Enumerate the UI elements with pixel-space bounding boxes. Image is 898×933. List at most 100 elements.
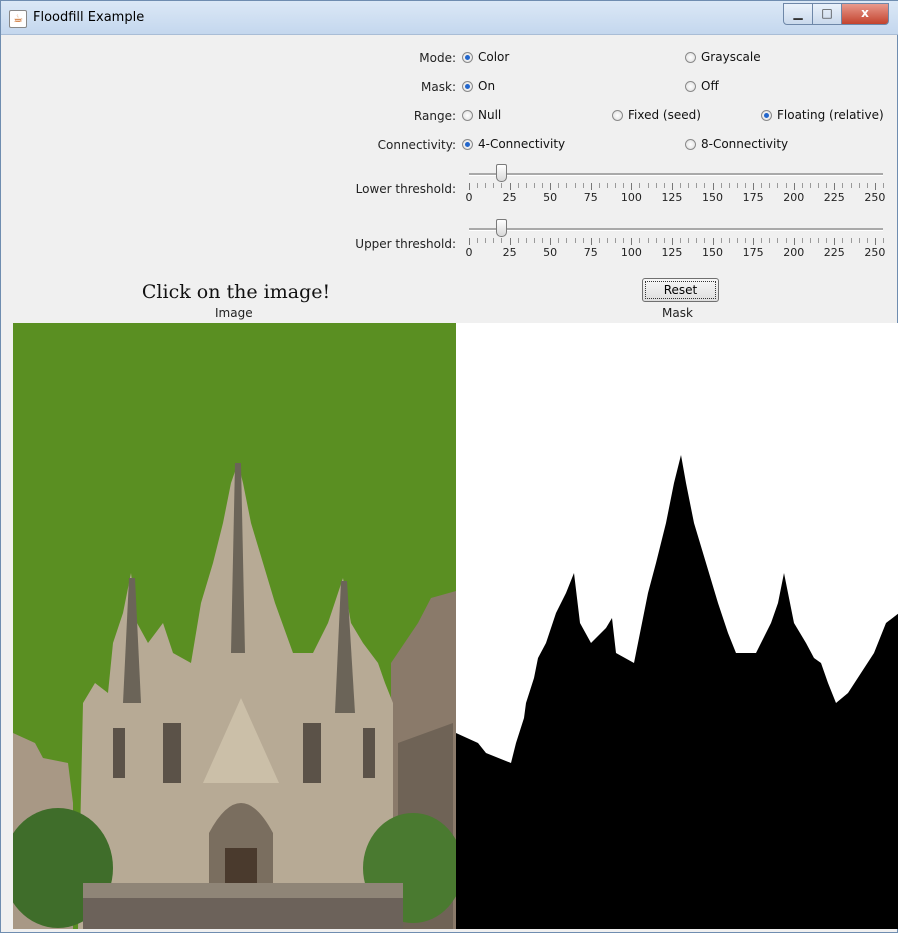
slider-tick [769,183,771,188]
radio-selected-icon [462,51,473,63]
slider-thumb[interactable] [496,164,508,182]
slider-tick-label: 150 [702,191,724,204]
slider-tick [477,238,479,243]
slider-tick-label: 25 [502,246,517,259]
slider-tick [615,238,617,243]
slider-tick [566,183,568,188]
minimize-button[interactable]: ▁ [783,3,813,25]
slider-tick [469,183,470,190]
slider-tick [736,183,738,188]
slider-tick [883,183,884,188]
slider-tick [712,238,714,245]
slider-tick [834,183,836,190]
slider-tick [509,183,511,190]
mask-caption: Mask [662,306,693,320]
range-null-radio[interactable]: Null [462,108,501,122]
slider-tick [842,183,844,188]
slider-tick-label: 50 [543,191,558,204]
slider-tick [680,183,682,188]
upper-threshold-slider[interactable]: 0 25 50 75 100 125 150 175 200 225 250 [466,216,887,259]
title-bar[interactable]: ☕ Floodfill Example ▁ □ x [1,1,898,35]
slider-tick [818,238,820,243]
slider-tick [663,238,665,243]
slider-tick [785,183,787,188]
slider-tick [485,238,487,243]
slider-tick [542,238,544,243]
slider-tick [720,238,722,243]
maximize-button[interactable]: □ [812,3,842,25]
range-floating-radio[interactable]: Floating (relative) [761,108,884,122]
lower-threshold-slider[interactable]: 0 25 50 75 100 125 150 175 200 225 250 [466,161,887,204]
mode-color-radio[interactable]: Color [462,50,509,64]
slider-tick [493,238,495,243]
slider-tick [809,238,811,243]
slider-tick [874,238,876,245]
slider-tick [688,183,690,188]
range-fixed-radio[interactable]: Fixed (seed) [612,108,701,122]
slider-tick [623,183,625,188]
mask-panel [456,323,898,929]
mode-grayscale-radio[interactable]: Grayscale [685,50,761,64]
slider-tick [866,183,868,188]
slider-tick [615,183,617,188]
slider-tick [477,183,479,188]
image-caption: Image [215,306,253,320]
slider-tick [826,238,828,243]
slider-tick [858,238,860,243]
slider-tick [785,238,787,243]
image-panel[interactable] [13,323,456,929]
slider-tick-label: 75 [583,191,598,204]
slider-tick [761,238,763,243]
slider-tick [655,183,657,188]
mask-on-radio[interactable]: On [462,79,495,93]
slider-tick [533,183,535,188]
slider-tick [501,238,503,243]
slider-tick [842,238,844,243]
slider-tick [728,183,730,188]
slider-tick-label: 125 [661,191,683,204]
radio-icon [612,109,623,121]
slider-tick [720,183,722,188]
slider-tick [558,238,560,243]
slider-tick [533,238,535,243]
slider-tick [688,238,690,243]
slider-tick-label: 125 [661,246,683,259]
slider-tick [655,238,657,243]
slider-tick [647,183,649,188]
slider-tick [582,183,584,188]
slider-tick [696,183,698,188]
slider-tick [517,238,519,243]
slider-tick [874,183,876,190]
mask-off-radio[interactable]: Off [685,79,719,93]
slider-tick [850,238,852,243]
slider-tick-label: 100 [620,191,642,204]
slider-thumb[interactable] [496,219,508,237]
slider-tick [769,238,771,243]
radio-icon [685,138,696,150]
slider-tick [631,238,633,245]
slider-tick [793,238,795,245]
slider-tick [858,183,860,188]
connectivity-8-radio[interactable]: 8-Connectivity [685,137,788,151]
app-window: ☕ Floodfill Example ▁ □ x Mode: Color Gr… [0,0,898,933]
close-button[interactable]: x [841,3,889,25]
slider-tick-label: 150 [702,246,724,259]
reset-button[interactable]: Reset [642,278,719,302]
radio-icon [685,51,696,63]
slider-tick [834,238,836,245]
slider-tick [671,238,673,245]
range-label: Range: [413,109,456,123]
slider-tick [485,183,487,188]
slider-tick-label: 50 [543,246,558,259]
slider-tick [753,183,755,190]
slider-tick [826,183,828,188]
radio-icon [462,109,473,121]
slider-tick [818,183,820,188]
mask-label: Mask: [421,80,456,94]
slider-tick [631,183,633,190]
connectivity-4-radio[interactable]: 4-Connectivity [462,137,565,151]
slider-tick [590,238,592,245]
slider-tick [550,238,552,245]
slider-tick [542,183,544,188]
slider-tick [704,238,706,243]
